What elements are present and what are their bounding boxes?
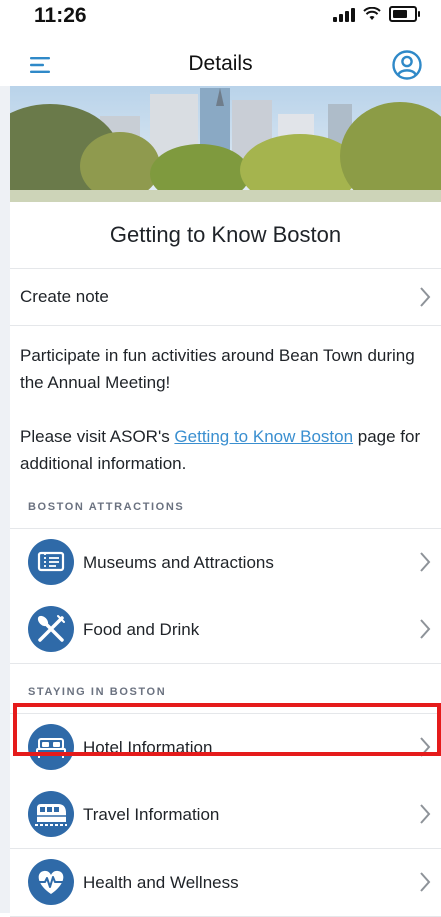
user-profile-icon[interactable] bbox=[391, 49, 423, 81]
chevron-right-icon bbox=[420, 737, 431, 757]
list-item-label: Hotel Information bbox=[83, 738, 213, 757]
section-header-boston-attractions: BOSTON ATTRACTIONS bbox=[28, 501, 185, 513]
chevron-right-icon bbox=[420, 872, 431, 892]
chevron-right-icon bbox=[420, 804, 431, 824]
status-time: 11:26 bbox=[34, 4, 87, 27]
ticket-icon bbox=[28, 539, 74, 585]
getting-to-know-boston-link[interactable]: Getting to Know Boston bbox=[174, 427, 353, 446]
battery-icon bbox=[389, 6, 420, 22]
page-title: Details bbox=[188, 52, 253, 75]
list-item-label: Museums and Attractions bbox=[83, 553, 274, 572]
list-item-label: Food and Drink bbox=[83, 620, 200, 639]
fork-knife-icon bbox=[28, 606, 74, 652]
signal-icon bbox=[333, 6, 355, 22]
bed-icon bbox=[28, 724, 74, 770]
chevron-right-icon bbox=[420, 619, 431, 639]
nav-bar: Details bbox=[0, 44, 441, 86]
list-item-health-wellness[interactable]: Health and Wellness bbox=[10, 849, 441, 917]
train-icon bbox=[28, 791, 74, 837]
section-header-staying-in-boston: STAYING IN BOSTON bbox=[28, 686, 167, 698]
event-title: Getting to Know Boston bbox=[10, 202, 441, 269]
status-icons bbox=[333, 6, 420, 22]
list-item-label: Health and Wellness bbox=[83, 873, 239, 892]
heartbeat-icon bbox=[28, 859, 74, 905]
description-paragraph-1: Participate in fun activities around Bea… bbox=[20, 346, 415, 392]
list-item-food-drink[interactable]: Food and Drink bbox=[10, 596, 441, 664]
event-description: Participate in fun activities around Bea… bbox=[20, 342, 438, 477]
chevron-right-icon bbox=[420, 287, 431, 307]
status-bar: 11:26 bbox=[0, 0, 441, 44]
hero-image bbox=[10, 86, 441, 202]
chevron-right-icon bbox=[420, 552, 431, 572]
description-text: Please visit ASOR's bbox=[20, 427, 175, 446]
create-note-label: Create note bbox=[20, 287, 109, 306]
left-edge-shade bbox=[0, 0, 10, 913]
wifi-icon bbox=[363, 7, 381, 20]
list-item-travel-information[interactable]: Travel Information bbox=[10, 781, 441, 849]
list-item-hotel-information[interactable]: Hotel Information bbox=[10, 713, 441, 782]
description-paragraph-2: Please visit ASOR's Getting to Know Bost… bbox=[20, 423, 438, 477]
create-note-row[interactable]: Create note bbox=[10, 269, 441, 326]
list-item-museums-attractions[interactable]: Museums and Attractions bbox=[10, 528, 441, 597]
list-item-label: Travel Information bbox=[83, 805, 220, 824]
